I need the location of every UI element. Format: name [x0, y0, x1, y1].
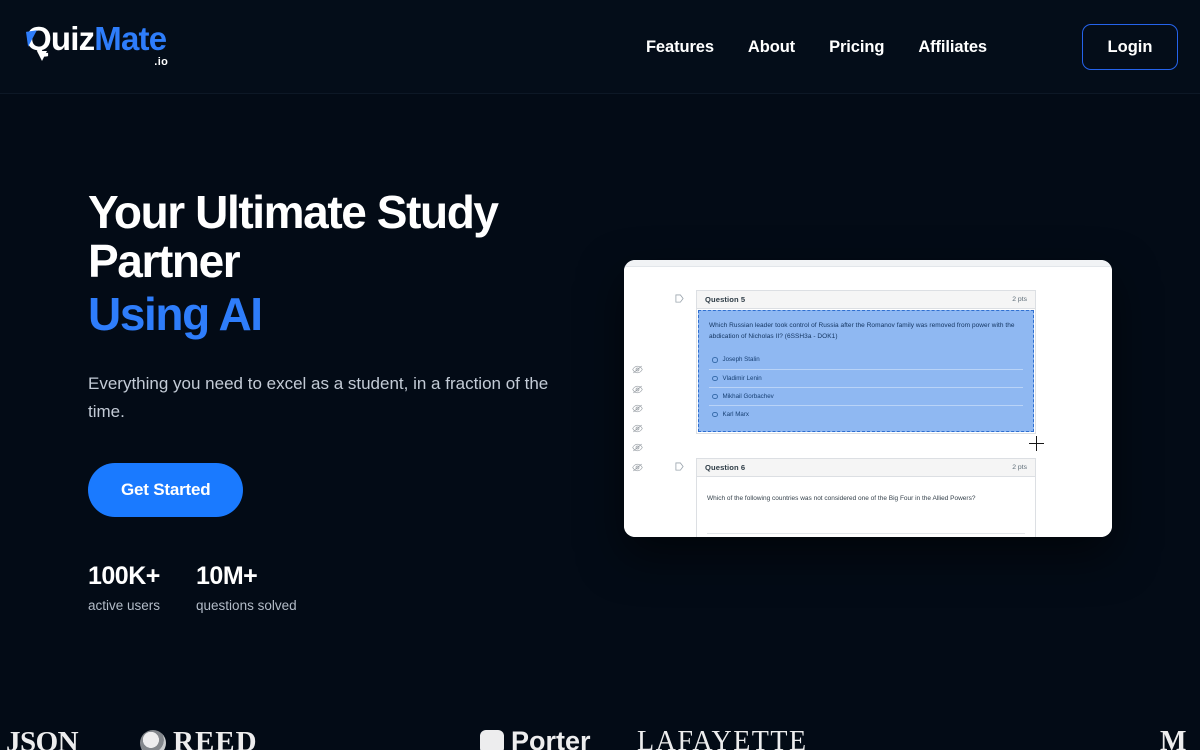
- login-button[interactable]: Login: [1082, 24, 1178, 70]
- question-points: 2 pts: [1012, 296, 1027, 303]
- question-text: Which Russian leader took control of Rus…: [709, 322, 1015, 341]
- partner-logo-strip: JSON REED Porter LAFAYETTE M: [0, 726, 1200, 750]
- mockup-titlebar: [624, 260, 1112, 267]
- eye-off-icon: [632, 365, 643, 374]
- radio-icon[interactable]: [712, 393, 718, 399]
- answer-option-label: Mikhail Gorbachev: [722, 392, 774, 400]
- partner-logo-reed: REED: [140, 726, 258, 750]
- partner-logo-label: Porter: [511, 726, 591, 750]
- eye-icon-column: [632, 365, 643, 472]
- brand-logo-text: QuizMate .io: [26, 20, 168, 68]
- question-body-selected[interactable]: Which Russian leader took control of Rus…: [698, 310, 1034, 432]
- page-title: Your Ultimate Study Partner Using AI: [88, 188, 588, 338]
- answer-option[interactable]: Joseph Stalin: [709, 351, 1023, 369]
- question-title: Question 6: [705, 463, 746, 472]
- nav-item-pricing[interactable]: Pricing: [812, 0, 901, 94]
- get-started-button[interactable]: Get Started: [88, 463, 244, 518]
- stat-questions-solved: 10M+ questions solved: [196, 563, 297, 613]
- site-header: QuizMate .io Features About Pricing Affi…: [0, 0, 1200, 94]
- nav-item-about[interactable]: About: [731, 0, 812, 94]
- nav-item-affiliates[interactable]: Affiliates: [901, 0, 1004, 94]
- headline-line-2: Partner: [88, 234, 241, 287]
- brand-tld: .io: [154, 56, 169, 68]
- question-text: Which of the following countries was not…: [707, 495, 976, 502]
- crosshair-cursor-icon: [1029, 436, 1044, 451]
- brand-name-part2: Mate: [94, 20, 167, 57]
- answer-option-label: Karl Marx: [722, 410, 749, 418]
- answer-option-label: Vladimir Lenin: [722, 374, 762, 382]
- divider: [707, 533, 1025, 534]
- question-body: Which of the following countries was not…: [697, 477, 1035, 537]
- radio-icon[interactable]: [712, 375, 718, 381]
- answer-option[interactable]: Mikhail Gorbachev: [709, 386, 1023, 405]
- answer-options: Joseph Stalin Vladimir Lenin Mikhail Gor…: [709, 351, 1023, 423]
- radio-icon[interactable]: [712, 357, 718, 363]
- eye-off-icon: [632, 443, 643, 452]
- stat-value: 10M+: [196, 562, 258, 591]
- partner-logo-porter: Porter: [480, 726, 591, 750]
- question-header: Question 5 2 pts: [697, 291, 1035, 309]
- headline-accent: Using AI: [88, 287, 263, 340]
- question-title: Question 5: [705, 295, 746, 304]
- partner-logo-json: JSON: [6, 726, 79, 750]
- partner-logo-m: M: [1160, 726, 1186, 750]
- partner-logo-lafayette: LAFAYETTE: [637, 726, 808, 750]
- reed-emblem-icon: [140, 729, 166, 750]
- nav-item-features[interactable]: Features: [629, 0, 731, 94]
- question-card[interactable]: Question 6 2 pts Which of the following …: [675, 458, 1036, 537]
- eye-off-icon: [632, 463, 643, 471]
- product-screenshot-mockup: ↵ Question 5 2 pts Which Russian lead: [624, 260, 1112, 537]
- hero-content: Your Ultimate Study Partner Using AI Eve…: [88, 188, 588, 613]
- answer-option[interactable]: Karl Marx: [709, 404, 1023, 423]
- stat-label: active users: [88, 597, 161, 613]
- logo-pin-icon: [26, 30, 39, 47]
- eye-off-icon: [632, 424, 643, 432]
- stat-value: 100K+: [88, 562, 160, 591]
- logo-tail-icon: [37, 51, 47, 61]
- hero-stats: 100K+ active users 10M+ questions solved: [88, 563, 588, 613]
- mockup-body: Question 5 2 pts Which Russian leader to…: [624, 267, 1112, 537]
- flag-icon[interactable]: [675, 294, 684, 304]
- main-navigation: Features About Pricing Affiliates: [629, 0, 1004, 94]
- question-header: Question 6 2 pts: [697, 459, 1035, 477]
- headline-line-1: Your Ultimate Study: [88, 186, 499, 238]
- radio-icon[interactable]: [712, 411, 718, 417]
- partner-logo-label: REED: [173, 726, 258, 750]
- flag-icon[interactable]: [675, 462, 684, 472]
- eye-off-icon: [632, 385, 643, 393]
- answer-option-label: Joseph Stalin: [722, 356, 760, 364]
- question-card[interactable]: Question 5 2 pts Which Russian leader to…: [675, 290, 1036, 434]
- partner-logo-label: M: [1160, 726, 1187, 750]
- partner-logo-label: JSON: [6, 726, 79, 750]
- stat-active-users: 100K+ active users: [88, 563, 160, 613]
- landing-page: QuizMate .io Features About Pricing Affi…: [0, 0, 1200, 750]
- hero-subtext: Everything you need to excel as a studen…: [88, 374, 549, 421]
- answer-option[interactable]: Vladimir Lenin: [709, 368, 1023, 387]
- eye-off-icon: [632, 404, 643, 413]
- partner-logo-label: LAFAYETTE: [637, 726, 808, 750]
- brand-logo[interactable]: QuizMate .io: [26, 20, 168, 68]
- stat-label: questions solved: [196, 597, 297, 613]
- question-points: 2 pts: [1012, 464, 1027, 471]
- porter-mark-icon: [480, 729, 504, 750]
